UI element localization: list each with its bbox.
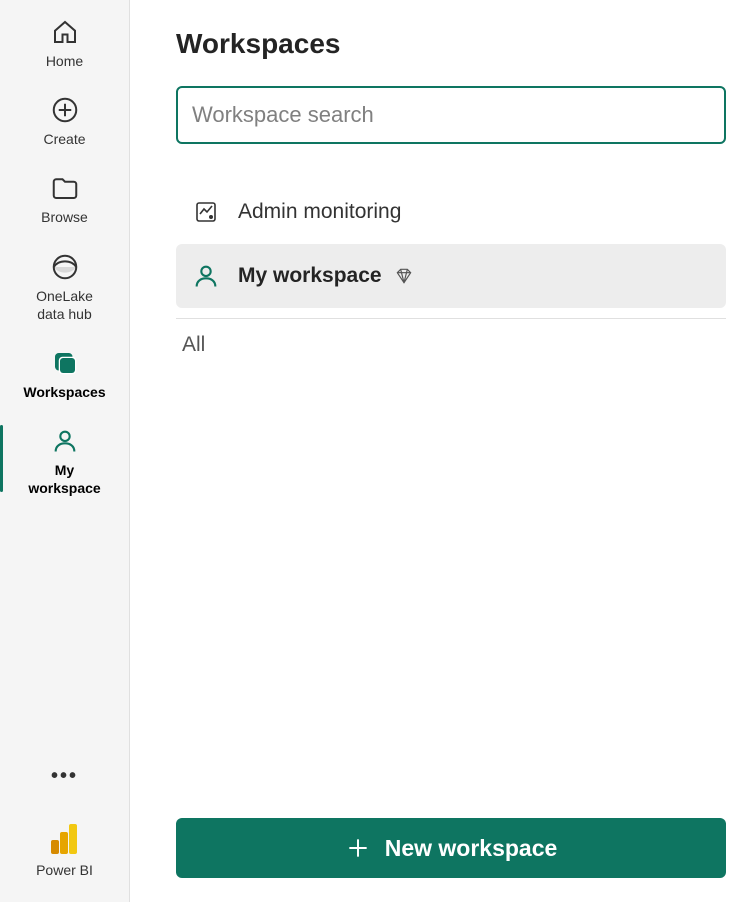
sidebar-item-browse[interactable]: Browse <box>0 162 129 240</box>
workspace-item-my-workspace[interactable]: My workspace <box>176 244 726 308</box>
sidebar-item-label: OneLake data hub <box>36 287 93 323</box>
sidebar-item-label: Create <box>43 130 85 148</box>
person-icon <box>49 425 81 457</box>
sidebar-item-home[interactable]: Home <box>0 6 129 84</box>
sidebar-spacer <box>0 512 129 746</box>
sidebar-more-button[interactable]: ••• <box>0 745 129 808</box>
new-workspace-button[interactable]: New workspace <box>176 818 726 878</box>
workspaces-icon <box>49 347 81 379</box>
sidebar-item-workspaces[interactable]: Workspaces <box>0 337 129 415</box>
sidebar-item-label: My workspace <box>28 461 100 497</box>
left-nav-sidebar: Home Create Browse OneLake data <box>0 0 130 902</box>
more-horizontal-icon: ••• <box>51 765 78 788</box>
workspace-list: Admin monitoring My workspace All <box>176 180 726 357</box>
new-workspace-label: New workspace <box>385 835 558 862</box>
workspace-search-input[interactable] <box>176 86 726 144</box>
sidebar-item-label: Browse <box>41 208 88 226</box>
section-label-all: All <box>176 333 726 357</box>
sidebar-item-my-workspace[interactable]: My workspace <box>0 415 129 511</box>
plus-circle-icon <box>49 94 81 126</box>
onelake-icon <box>49 251 81 283</box>
workspace-item-label: Admin monitoring <box>238 200 401 224</box>
sidebar-brand[interactable]: Power BI <box>0 808 129 902</box>
plus-icon <box>345 835 371 861</box>
workspace-item-admin-monitoring[interactable]: Admin monitoring <box>176 180 726 244</box>
brand-label: Power BI <box>36 862 93 878</box>
active-indicator <box>0 425 3 491</box>
sidebar-item-label: Workspaces <box>23 383 105 401</box>
workspaces-panel: Workspaces Admin monitoring My workspace <box>130 0 750 902</box>
divider <box>176 318 726 319</box>
home-icon <box>49 16 81 48</box>
power-bi-icon <box>51 822 79 856</box>
sidebar-item-onelake[interactable]: OneLake data hub <box>0 241 129 337</box>
admin-monitoring-icon <box>192 198 220 226</box>
diamond-icon <box>394 266 414 286</box>
workspace-item-label: My workspace <box>238 264 382 288</box>
person-icon <box>192 262 220 290</box>
folder-icon <box>49 172 81 204</box>
page-title: Workspaces <box>176 28 726 60</box>
sidebar-item-label: Home <box>46 52 83 70</box>
main-spacer <box>176 357 726 818</box>
sidebar-item-create[interactable]: Create <box>0 84 129 162</box>
